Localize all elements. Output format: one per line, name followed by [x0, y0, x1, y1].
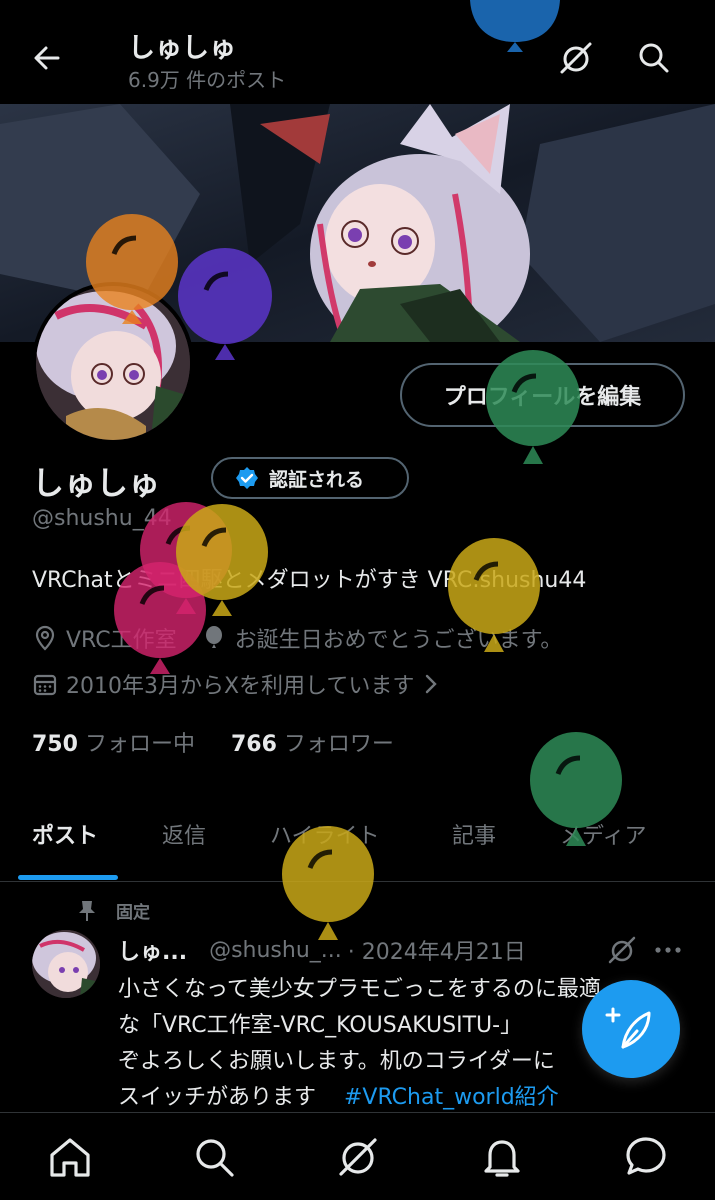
tweet-text-line: スイッチがあります #VRChat_world紹介 — [118, 1080, 678, 1116]
chevron-right-icon — [426, 674, 438, 694]
display-name: しゅしゅ — [32, 464, 161, 502]
location-icon — [35, 625, 55, 651]
user-handle: @shushu_44 — [32, 506, 172, 531]
tab-replies[interactable]: 返信 — [162, 818, 206, 850]
tweet-author-name[interactable]: しゅ... — [118, 934, 187, 966]
tweet-date[interactable]: · 2024年4月21日 — [348, 934, 526, 966]
following-label: フォロー中 — [84, 732, 195, 757]
profile-avatar[interactable] — [32, 282, 194, 444]
verified-badge-icon — [236, 467, 258, 489]
compose-button[interactable] — [582, 980, 680, 1078]
header-post-count: 6.9万 件のポスト — [128, 68, 287, 92]
verify-button-label: 認証される — [269, 468, 365, 491]
back-arrow-icon[interactable] — [28, 38, 68, 78]
compose-icon — [605, 1007, 651, 1049]
profile-meta-row: VRC工作室 お誕生日おめでとうございます。 — [32, 622, 562, 654]
search-icon[interactable] — [190, 1133, 238, 1181]
top-bar: しゅしゅ 6.9万 件のポスト — [0, 0, 715, 104]
location-text: VRC工作室 — [66, 628, 177, 653]
tab-highlights[interactable]: ハイライト — [270, 818, 380, 850]
birthday-text: お誕生日おめでとうございます。 — [234, 628, 563, 653]
edit-profile-button[interactable]: プロフィールを編集 — [400, 363, 685, 427]
avatar-image — [36, 286, 190, 440]
hashtag-link[interactable]: #VRChat_world紹介 — [344, 1085, 559, 1110]
grok-icon[interactable] — [556, 38, 596, 78]
pin-icon — [79, 900, 95, 921]
tab-posts[interactable]: ポスト — [32, 818, 98, 850]
tweet-author-handle[interactable]: @shushu_... — [209, 938, 342, 963]
more-icon[interactable] — [652, 934, 684, 966]
tab-articles[interactable]: 記事 — [452, 818, 496, 850]
bell-icon[interactable] — [478, 1133, 526, 1181]
calendar-icon — [33, 674, 57, 696]
followers-link[interactable]: 766 フォロワー — [231, 726, 394, 758]
home-icon[interactable] — [46, 1133, 94, 1181]
bottom-navigation — [0, 1112, 715, 1200]
profile-tabs: ポスト 返信 ハイライト 記事 メディア — [0, 790, 715, 882]
balloon-icon — [205, 626, 222, 648]
followers-label: フォロワー — [283, 732, 394, 757]
tweet-text-line-end: スイッチがあります — [118, 1085, 317, 1110]
pinned-label-row: 固定 — [76, 898, 150, 923]
tab-media[interactable]: メディア — [560, 818, 646, 850]
follow-stats: 750 フォロー中 766 フォロワー — [32, 726, 394, 758]
header-name: しゅしゅ — [128, 33, 236, 64]
following-link[interactable]: 750 フォロー中 — [32, 726, 195, 758]
following-count: 750 — [32, 732, 78, 757]
grok-icon[interactable] — [334, 1133, 382, 1181]
tweet-header: しゅ... @shushu_... · 2024年4月21日 — [118, 934, 526, 966]
joined-text: 2010年3月からXを利用しています — [66, 674, 415, 699]
joined-row[interactable]: 2010年3月からXを利用しています — [32, 668, 440, 700]
get-verified-button[interactable]: 認証される — [211, 457, 409, 499]
messages-icon[interactable] — [622, 1133, 670, 1181]
user-bio: VRChatとミニ四駆とメダロットがすき VRC:shushu44 — [32, 568, 587, 593]
tweet-avatar[interactable] — [32, 930, 100, 998]
tweet-avatar-image — [32, 930, 100, 998]
search-icon[interactable] — [634, 38, 674, 78]
grok-icon[interactable] — [606, 934, 638, 966]
pinned-label: 固定 — [116, 903, 150, 923]
active-tab-indicator — [18, 875, 118, 880]
followers-count: 766 — [230, 732, 277, 757]
